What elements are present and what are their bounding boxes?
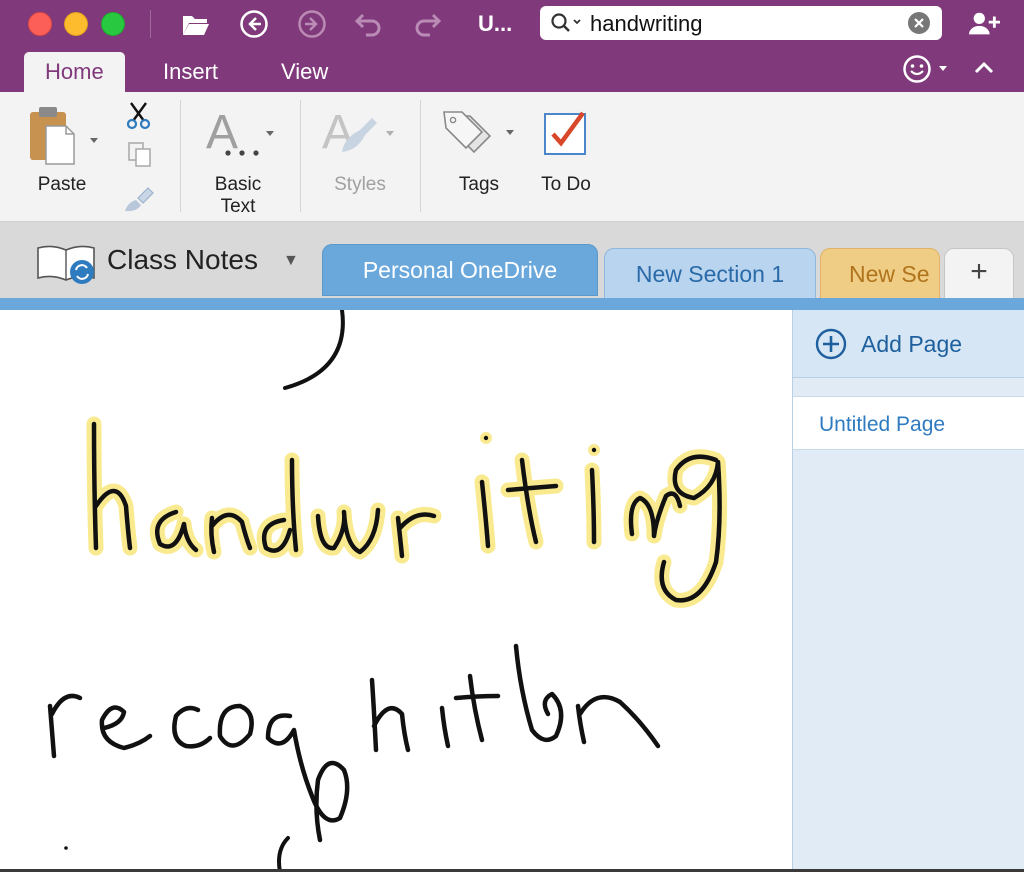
add-page-button[interactable]: Add Page	[793, 310, 1024, 378]
basic-text-line1: Basic	[214, 174, 262, 195]
paste-label: Paste	[37, 174, 87, 195]
titlebar-divider	[150, 10, 151, 38]
add-person-icon[interactable]	[968, 8, 1000, 40]
search-input[interactable]: handwriting	[590, 11, 703, 37]
tab-view[interactable]: View	[260, 52, 349, 92]
format-painter-icon[interactable]	[122, 184, 156, 219]
section-tab-personal-onedrive[interactable]: Personal OneDrive	[322, 244, 598, 296]
collapse-ribbon-icon[interactable]	[972, 58, 996, 83]
tab-insert[interactable]: Insert	[142, 52, 239, 92]
add-section-button[interactable]: +	[944, 248, 1014, 300]
smiley-feedback-icon[interactable]	[902, 54, 952, 89]
page-item[interactable]: Untitled Page	[793, 396, 1024, 450]
ink-stroke-bottom	[277, 836, 290, 872]
search-field[interactable]: handwriting	[540, 6, 942, 40]
ribbon-divider	[420, 100, 421, 212]
forward-icon[interactable]	[296, 8, 328, 40]
ink-word-handwriting[interactable]	[86, 416, 728, 608]
ribbon: Paste A Basic Text A Styles Tags To Do	[0, 92, 1024, 222]
ribbon-tabs: Home Insert View	[0, 48, 1024, 92]
ink-dot	[64, 846, 68, 850]
ink-stroke-top	[283, 310, 345, 390]
add-page-label[interactable]: Add Page	[861, 331, 962, 358]
undo-icon[interactable]	[352, 8, 384, 40]
page-item-label[interactable]: Untitled Page	[819, 413, 945, 437]
note-canvas[interactable]	[0, 310, 792, 872]
ink-word-recognition[interactable]	[47, 643, 661, 843]
add-circle-icon[interactable]	[815, 328, 847, 365]
styles-icon[interactable]: A	[320, 106, 400, 165]
styles-label: Styles	[334, 174, 386, 195]
tab-home[interactable]: Home	[24, 52, 125, 92]
svg-text:A: A	[206, 106, 238, 158]
cut-icon[interactable]	[124, 100, 154, 135]
notebook-title[interactable]: Class Notes	[107, 244, 258, 276]
todo-checkbox-icon[interactable]	[543, 110, 589, 161]
ink-drawing	[47, 310, 728, 872]
section-tab-new-section-2[interactable]: New Se	[820, 248, 940, 300]
redo-icon[interactable]	[412, 8, 444, 40]
notebook-dropdown-icon[interactable]: ▼	[283, 252, 299, 270]
section-color-bar	[0, 298, 1024, 310]
basic-text-line2: Text	[220, 196, 256, 217]
tags-label: Tags	[458, 174, 500, 195]
page-list: Add Page Untitled Page	[792, 310, 1024, 872]
svg-text:A: A	[322, 106, 354, 159]
paste-button[interactable]	[24, 104, 102, 171]
clear-search-icon[interactable]	[908, 12, 930, 34]
ribbon-divider	[180, 100, 181, 212]
window-title: U...	[478, 11, 513, 36]
basic-text-icon[interactable]: A	[202, 106, 282, 163]
section-tab-new-section-1[interactable]: New Section 1	[604, 248, 816, 300]
notebook-sync-icon[interactable]	[36, 242, 98, 291]
folder-open-icon[interactable]	[180, 8, 212, 40]
copy-icon[interactable]	[126, 140, 154, 173]
title-bar: U... handwriting	[0, 0, 1024, 48]
todo-label: To Do	[541, 174, 591, 195]
back-icon[interactable]	[238, 8, 270, 40]
window-close-button[interactable]	[28, 12, 52, 36]
window-minimize-button[interactable]	[64, 12, 88, 36]
search-icon[interactable]	[550, 12, 584, 39]
basic-text-label: Basic Text	[198, 174, 278, 218]
ribbon-divider	[300, 100, 301, 212]
tags-icon[interactable]	[440, 108, 520, 163]
window-zoom-button[interactable]	[101, 12, 125, 36]
